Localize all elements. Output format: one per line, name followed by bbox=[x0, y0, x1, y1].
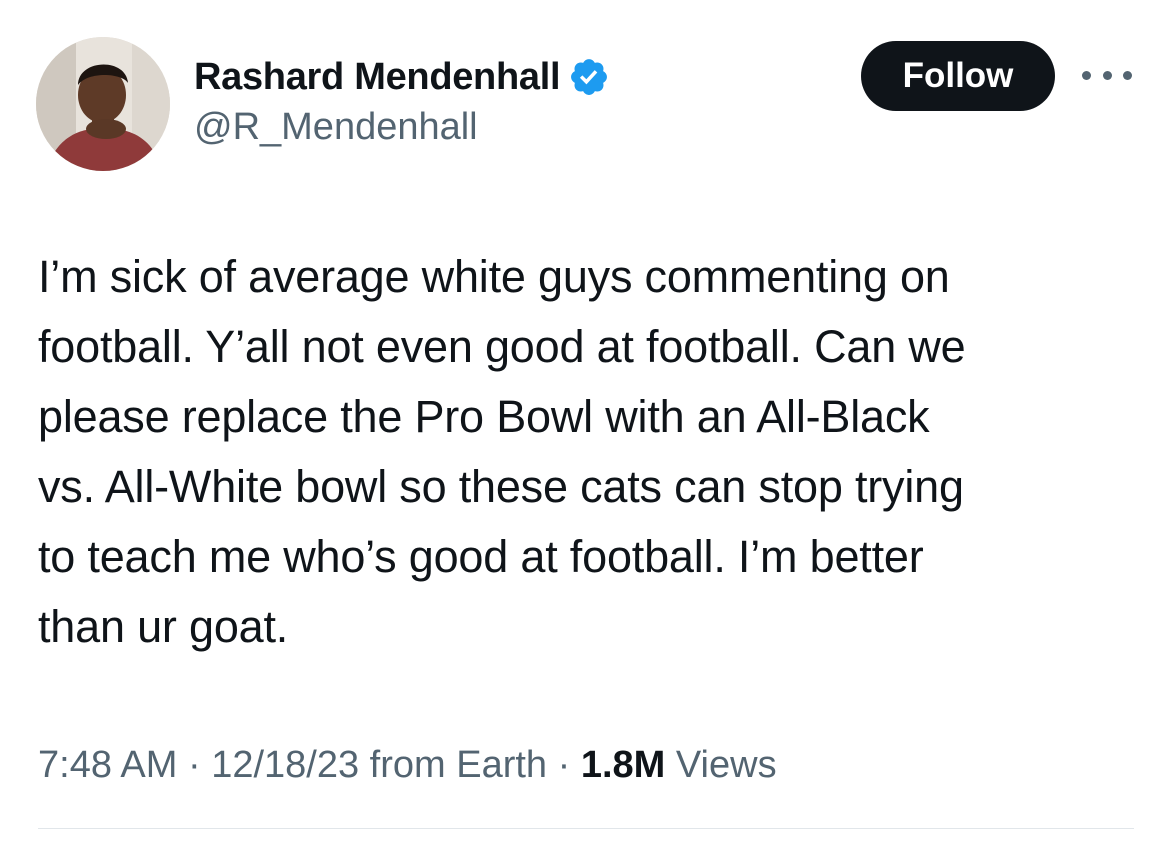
views-count[interactable]: 1.8M bbox=[581, 744, 665, 786]
tweet-text-line: I’m sick of average white guys commentin… bbox=[38, 251, 950, 302]
tweet-text-line: to teach me who’s good at football. I’m … bbox=[38, 531, 924, 582]
tweet-text: I’m sick of average white guys commentin… bbox=[38, 242, 1138, 662]
verified-badge-svg bbox=[571, 59, 608, 95]
views-label: Views bbox=[665, 744, 777, 786]
tweet-text-line: vs. All-White bowl so these cats can sto… bbox=[38, 461, 964, 512]
meta-separator: · bbox=[547, 744, 581, 786]
tweet-text-line: football. Y’all not even good at footbal… bbox=[38, 321, 966, 372]
more-dot bbox=[1102, 70, 1112, 80]
author-display-name[interactable]: Rashard Mendenhall bbox=[194, 56, 561, 99]
avatar-image bbox=[36, 37, 170, 171]
tweet-card: Rashard Mendenhall @R_Mendenhall Follow … bbox=[0, 0, 1170, 847]
author-name-row: Rashard Mendenhall bbox=[194, 52, 610, 102]
more-dot bbox=[1123, 70, 1132, 80]
tweet-text-line: please replace the Pro Bowl with an All-… bbox=[38, 391, 930, 442]
tweet-time[interactable]: 7:48 AM bbox=[38, 744, 177, 786]
divider bbox=[38, 828, 1134, 829]
verified-badge-icon[interactable] bbox=[568, 56, 610, 98]
tweet-source: from Earth bbox=[359, 744, 548, 786]
meta-separator: · bbox=[177, 744, 212, 786]
follow-button[interactable]: Follow bbox=[861, 41, 1055, 111]
tweet-text-line: than ur goat. bbox=[38, 601, 289, 652]
author-handle[interactable]: @R_Mendenhall bbox=[194, 106, 478, 149]
more-dot bbox=[1082, 70, 1091, 80]
more-options-icon[interactable] bbox=[1082, 60, 1132, 90]
avatar[interactable] bbox=[36, 37, 170, 171]
tweet-meta: 7:48 AM · 12/18/23 from Earth · 1.8M Vie… bbox=[38, 740, 777, 790]
tweet-date[interactable]: 12/18/23 bbox=[211, 744, 359, 786]
